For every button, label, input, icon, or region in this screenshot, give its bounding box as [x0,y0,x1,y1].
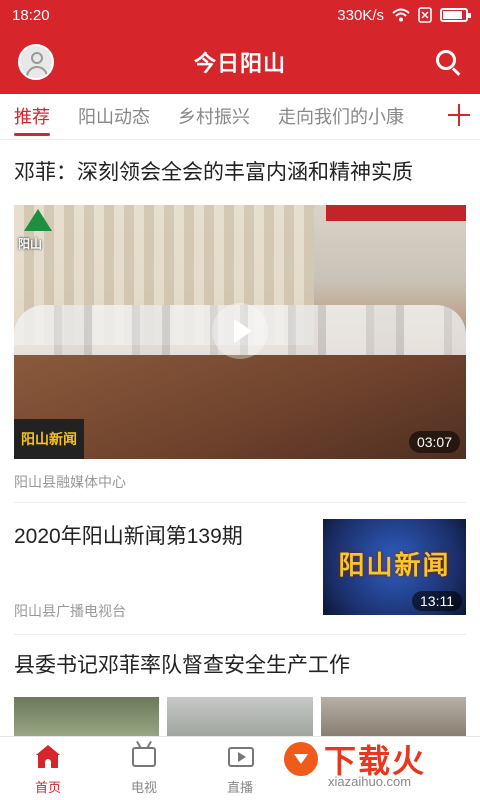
download-badge-icon [284,742,318,776]
video-duration: 03:07 [408,431,460,453]
tab-live[interactable]: 直播 [192,737,288,800]
play-icon[interactable] [212,303,268,359]
tab-yangshan-news[interactable]: 阳山动态 [64,94,164,139]
status-time: 18:20 [12,6,50,24]
divider [14,634,466,635]
tab-home[interactable]: 首页 [0,737,96,800]
tab-label: 电视 [130,780,157,795]
page-title: 今日阳山 [193,51,286,76]
video-overlay-text: 阳山新闻 [14,419,84,459]
article-source: 阳山县广播电视台 [14,603,126,619]
article-image-strip[interactable] [14,697,466,737]
status-bar: 18:20 330K/s [0,0,480,30]
tab-label: 首页 [34,780,61,795]
article-source: 阳山县融媒体中心 [14,474,126,490]
tab-moderately-prosperous[interactable]: 走向我们的小康 [264,94,418,139]
tab-recommend[interactable]: 推荐 [0,94,64,139]
watermark-url: xiazaihuo.com [328,774,412,789]
article-title[interactable]: 邓菲：深刻领会全会的丰富内涵和精神实质 [0,158,480,188]
network-speed: 330K/s [337,6,384,24]
video-thumbnail[interactable]: 阳山新闻 13:11 [323,519,466,615]
tab-label: 直播 [226,780,253,795]
divider [14,502,466,503]
tv-icon [132,747,156,767]
app-header: 今日阳山 [0,30,480,94]
video-player[interactable]: 阳山 阳山新闻 03:07 [14,205,466,459]
tab-rural-revitalization[interactable]: 乡村振兴 [164,94,264,139]
search-icon[interactable] [436,50,462,76]
home-icon [35,745,61,769]
tab-tv[interactable]: 电视 [96,737,192,800]
battery-icon [440,8,471,22]
sim-icon [418,7,432,23]
article-title[interactable]: 2020年阳山新闻第139期 [0,522,310,552]
video-duration: 13:11 [412,591,462,611]
category-tabs: 推荐 阳山动态 乡村振兴 走向我们的小康 [0,94,480,140]
user-avatar[interactable] [18,44,54,80]
add-channel-icon[interactable] [448,104,470,126]
wifi-icon [392,8,410,22]
live-icon [228,747,254,767]
article-title[interactable]: 县委书记邓菲率队督查安全生产工作 [0,651,480,681]
channel-logo: 阳山 [18,209,58,253]
watermark: 下载火 xiazaihuo.com [284,734,474,794]
